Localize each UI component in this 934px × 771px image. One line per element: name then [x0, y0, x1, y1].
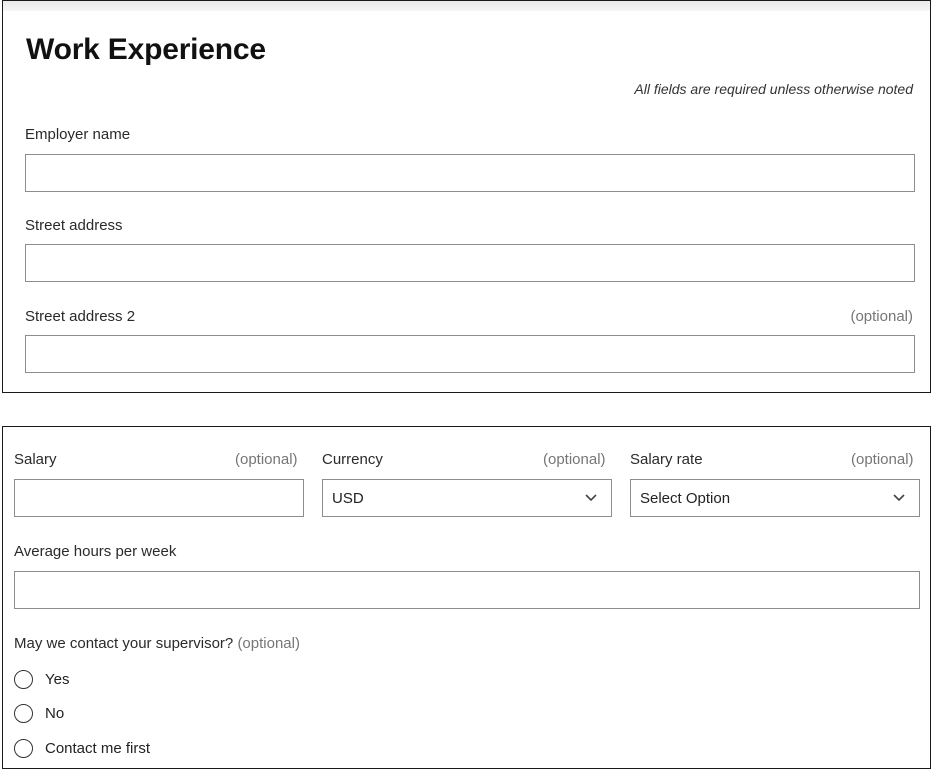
salary-rate-select[interactable]: Select Option [630, 479, 920, 517]
salary-label: Salary [14, 451, 57, 468]
page-title: Work Experience [26, 33, 266, 66]
radio-unchecked-icon[interactable] [14, 670, 33, 689]
salary-input[interactable] [14, 479, 304, 517]
supervisor-optional: (optional) [237, 635, 300, 652]
street-address-2-input[interactable] [25, 335, 915, 373]
currency-optional: (optional) [543, 451, 606, 468]
chevron-down-icon [893, 494, 905, 502]
currency-select[interactable]: USD [322, 479, 612, 517]
supervisor-question-text: May we contact your supervisor? [14, 635, 234, 652]
radio-label-contact-first: Contact me first [45, 740, 151, 757]
radio-unchecked-icon[interactable] [14, 704, 33, 723]
street-address-2-optional: (optional) [850, 308, 913, 325]
salary-rate-selected-value: Select Option [640, 490, 731, 507]
employer-name-input[interactable] [25, 154, 915, 192]
street-address-2-label: Street address 2 [25, 308, 136, 325]
employer-name-label: Employer name [25, 126, 131, 143]
chevron-down-icon [585, 494, 597, 502]
supervisor-question: May we contact your supervisor? (optiona… [14, 635, 300, 652]
average-hours-label: Average hours per week [14, 543, 177, 560]
currency-selected-value: USD [332, 490, 364, 507]
radio-unchecked-icon[interactable] [14, 739, 33, 758]
required-note: All fields are required unless otherwise… [634, 81, 913, 97]
work-experience-section-bottom: Salary (optional) Currency (optional) US… [2, 426, 931, 769]
currency-label: Currency [322, 451, 383, 468]
radio-label-yes: Yes [45, 671, 70, 688]
salary-rate-label: Salary rate [630, 451, 703, 468]
top-shade [3, 1, 930, 11]
street-address-input[interactable] [25, 244, 915, 282]
salary-rate-optional: (optional) [851, 451, 914, 468]
average-hours-input[interactable] [14, 571, 920, 609]
street-address-label: Street address [25, 217, 123, 234]
work-experience-section-top: Work Experience All fields are required … [2, 0, 931, 393]
salary-optional: (optional) [235, 451, 298, 468]
radio-label-no: No [45, 705, 65, 722]
